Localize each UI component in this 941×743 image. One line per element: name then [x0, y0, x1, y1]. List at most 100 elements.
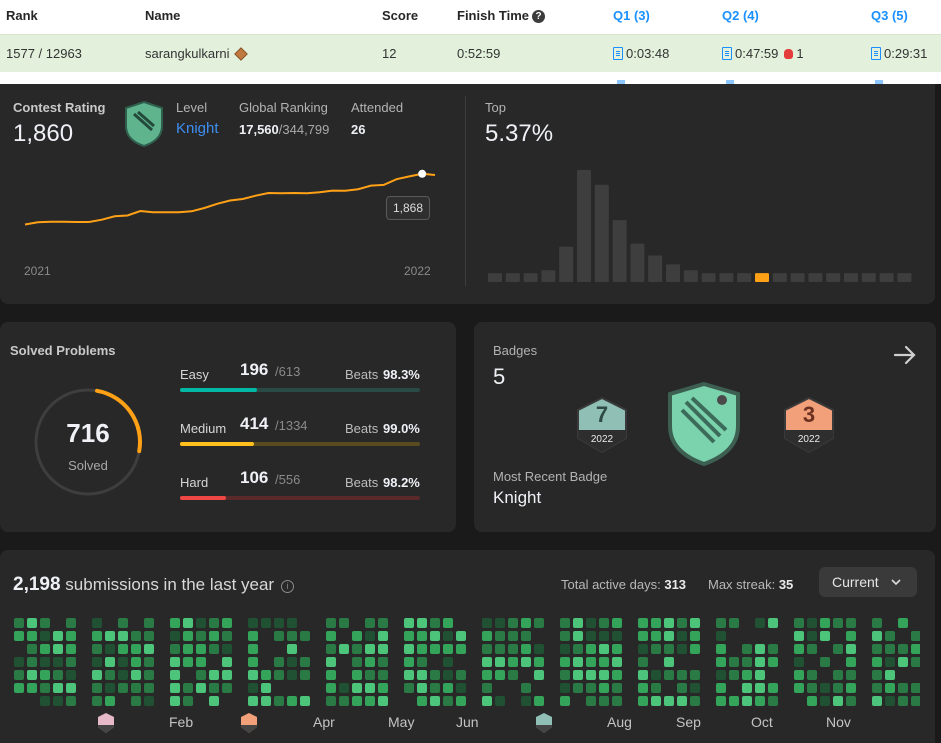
- heatmap-cell[interactable]: [170, 696, 180, 706]
- heatmap-cell[interactable]: [222, 644, 232, 654]
- heatmap-cell[interactable]: [404, 631, 414, 641]
- table-row[interactable]: 1577 / 12963 sarangkulkarni 12 0:52:59 0…: [0, 34, 941, 72]
- heatmap-cell[interactable]: [560, 696, 570, 706]
- heatmap-cell[interactable]: [846, 657, 856, 667]
- heatmap-cell[interactable]: [638, 657, 648, 667]
- heatmap-cell[interactable]: [209, 618, 219, 628]
- histogram-bar[interactable]: [879, 273, 894, 282]
- heatmap-cell[interactable]: [27, 683, 37, 693]
- heatmap-cell[interactable]: [638, 683, 648, 693]
- heatmap-cell[interactable]: [872, 644, 882, 654]
- heatmap-cell[interactable]: [807, 644, 817, 654]
- heatmap-cell[interactable]: [521, 683, 531, 693]
- heatmap-cell[interactable]: [14, 670, 24, 680]
- heatmap-cell[interactable]: [66, 657, 76, 667]
- heatmap-cell[interactable]: [365, 644, 375, 654]
- heatmap-cell[interactable]: [716, 618, 726, 628]
- heatmap-cell[interactable]: [417, 657, 427, 667]
- heatmap-cell[interactable]: [92, 618, 102, 628]
- heatmap-cell[interactable]: [586, 631, 596, 641]
- heatmap-cell[interactable]: [911, 644, 920, 654]
- heatmap-cell[interactable]: [534, 670, 544, 680]
- heatmap-cell[interactable]: [144, 657, 154, 667]
- heatmap-cell[interactable]: [820, 631, 830, 641]
- heatmap-cell[interactable]: [118, 657, 128, 667]
- heatmap-cell[interactable]: [92, 670, 102, 680]
- heatmap-cell[interactable]: [885, 657, 895, 667]
- heatmap-cell[interactable]: [651, 644, 661, 654]
- heatmap-cell[interactable]: [144, 683, 154, 693]
- heatmap-cell[interactable]: [612, 696, 622, 706]
- heatmap-cell[interactable]: [508, 631, 518, 641]
- heatmap-cell[interactable]: [261, 618, 271, 628]
- heatmap-cell[interactable]: [755, 670, 765, 680]
- heatmap-cell[interactable]: [833, 618, 843, 628]
- heatmap-cell[interactable]: [66, 618, 76, 628]
- heatmap-cell[interactable]: [534, 696, 544, 706]
- heatmap-cell[interactable]: [443, 657, 453, 667]
- heatmap-cell[interactable]: [404, 644, 414, 654]
- heatmap-cell[interactable]: [794, 657, 804, 667]
- heatmap-cell[interactable]: [456, 631, 466, 641]
- heatmap-cell[interactable]: [833, 683, 843, 693]
- heatmap-cell[interactable]: [586, 696, 596, 706]
- heatmap-cell[interactable]: [365, 618, 375, 628]
- heatmap-cell[interactable]: [560, 683, 570, 693]
- heatmap-cell[interactable]: [755, 683, 765, 693]
- heatmap-cell[interactable]: [222, 618, 232, 628]
- heatmap-cell[interactable]: [443, 618, 453, 628]
- heatmap-cell[interactable]: [885, 683, 895, 693]
- heatmap-cell[interactable]: [742, 644, 752, 654]
- heatmap-cell[interactable]: [170, 618, 180, 628]
- histogram-bar[interactable]: [844, 273, 858, 282]
- heatmap-cell[interactable]: [638, 618, 648, 628]
- heatmap-cell[interactable]: [209, 696, 219, 706]
- heatmap-cell[interactable]: [417, 618, 427, 628]
- heatmap-cell[interactable]: [378, 683, 388, 693]
- heatmap-cell[interactable]: [261, 670, 271, 680]
- heatmap-cell[interactable]: [248, 670, 258, 680]
- heatmap-cell[interactable]: [144, 696, 154, 706]
- heatmap-cell[interactable]: [573, 683, 583, 693]
- info-icon[interactable]: i: [280, 580, 294, 593]
- heatmap-cell[interactable]: [807, 670, 817, 680]
- heatmap-cell[interactable]: [326, 631, 336, 641]
- heatmap-cell[interactable]: [651, 683, 661, 693]
- heatmap-cell[interactable]: [300, 631, 310, 641]
- heatmap-cell[interactable]: [248, 644, 258, 654]
- heatmap-cell[interactable]: [586, 644, 596, 654]
- heatmap-cell[interactable]: [508, 618, 518, 628]
- heatmap-cell[interactable]: [690, 618, 700, 628]
- heatmap-cell[interactable]: [664, 618, 674, 628]
- heatmap-cell[interactable]: [495, 631, 505, 641]
- heatmap-cell[interactable]: [417, 670, 427, 680]
- heatmap-cell[interactable]: [846, 670, 856, 680]
- row-username[interactable]: sarangkulkarni: [145, 46, 230, 61]
- histogram-bar[interactable]: [737, 273, 752, 282]
- heatmap-cell[interactable]: [209, 683, 219, 693]
- heatmap-cell[interactable]: [417, 683, 427, 693]
- header-score[interactable]: Score: [382, 8, 418, 23]
- heatmap-cell[interactable]: [534, 657, 544, 667]
- heatmap-cell[interactable]: [261, 696, 271, 706]
- histogram-bar[interactable]: [755, 273, 769, 282]
- heatmap-cell[interactable]: [53, 631, 63, 641]
- histogram-bar[interactable]: [683, 270, 698, 282]
- heatmap-cell[interactable]: [768, 644, 778, 654]
- heatmap-cell[interactable]: [27, 631, 37, 641]
- heatmap-cell[interactable]: [196, 657, 206, 667]
- heatmap-cell[interactable]: [612, 670, 622, 680]
- heatmap-cell[interactable]: [599, 670, 609, 680]
- histogram-bar[interactable]: [648, 255, 663, 282]
- badges-card[interactable]: Badges 5 7 2022 3 2022 Most Recent Badge…: [474, 322, 936, 532]
- heatmap-cell[interactable]: [131, 657, 141, 667]
- heatmap-cell[interactable]: [404, 618, 414, 628]
- heatmap-cell[interactable]: [521, 657, 531, 667]
- heatmap-cell[interactable]: [664, 670, 674, 680]
- heatmap-cell[interactable]: [118, 670, 128, 680]
- heatmap-cell[interactable]: [456, 683, 466, 693]
- header-name[interactable]: Name: [145, 8, 180, 23]
- heatmap-cell[interactable]: [456, 696, 466, 706]
- heatmap-cell[interactable]: [417, 631, 427, 641]
- heatmap-cell[interactable]: [846, 631, 856, 641]
